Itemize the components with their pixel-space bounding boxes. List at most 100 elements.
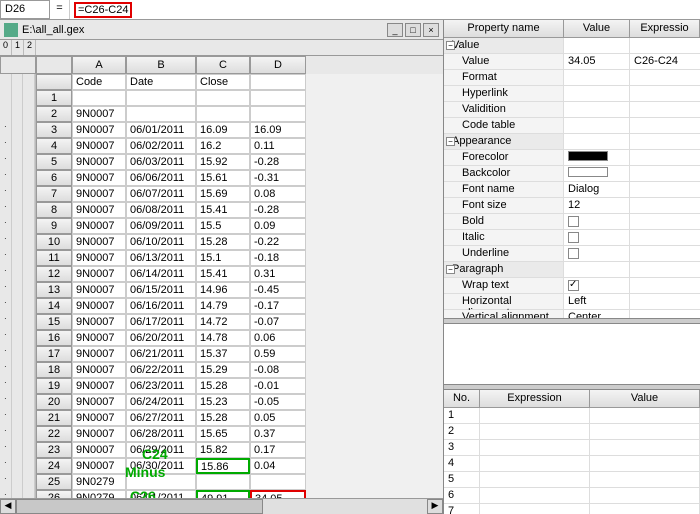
outline-gutter[interactable]: · <box>0 330 36 346</box>
cell[interactable] <box>196 90 250 106</box>
expr-value[interactable] <box>590 424 700 439</box>
row-number[interactable]: 1 <box>36 90 72 106</box>
cell[interactable]: 06/20/2011 <box>126 330 196 346</box>
cell[interactable]: 15.5 <box>196 218 250 234</box>
cell[interactable]: 9N0007 <box>72 314 126 330</box>
row-number[interactable]: 20 <box>36 394 72 410</box>
fx-icon[interactable]: = <box>50 0 70 19</box>
outline-gutter[interactable]: · <box>0 186 36 202</box>
cell[interactable]: -0.45 <box>250 282 306 298</box>
expr-value[interactable] <box>590 408 700 423</box>
cell[interactable]: 06/02/2011 <box>126 138 196 154</box>
header-code[interactable]: Code <box>72 74 126 90</box>
row-number[interactable]: 26 <box>36 490 72 498</box>
cell[interactable]: 9N0007 <box>72 202 126 218</box>
cell-reference-box[interactable]: D26 <box>0 0 50 19</box>
outline-gutter[interactable]: · <box>0 490 36 498</box>
property-value[interactable] <box>564 278 630 293</box>
minimize-icon[interactable]: _ <box>387 23 403 37</box>
expression-row[interactable]: 5 <box>444 472 700 488</box>
cell[interactable]: -0.31 <box>250 170 306 186</box>
row-number[interactable]: 4 <box>36 138 72 154</box>
cell[interactable]: 15.41 <box>196 266 250 282</box>
property-row[interactable]: −Appearance <box>444 134 700 150</box>
row-number[interactable]: 5 <box>36 154 72 170</box>
cell[interactable]: 0.11 <box>250 138 306 154</box>
property-row[interactable]: Italic <box>444 230 700 246</box>
cell[interactable] <box>250 474 306 490</box>
property-value[interactable]: Dialog <box>564 182 630 197</box>
cell[interactable] <box>126 90 196 106</box>
prop-header-value[interactable]: Value <box>564 20 630 37</box>
cell[interactable]: 06/22/2011 <box>126 362 196 378</box>
property-row[interactable]: Wrap text <box>444 278 700 294</box>
cell[interactable]: 06/23/2011 <box>126 378 196 394</box>
horizontal-scrollbar[interactable]: ◀ ▶ <box>0 498 443 514</box>
close-icon[interactable]: × <box>423 23 439 37</box>
cell[interactable]: 9N0007 <box>72 234 126 250</box>
row-number[interactable]: 21 <box>36 410 72 426</box>
outline-level-0[interactable]: 0 <box>0 40 12 55</box>
cell[interactable]: 9N0007 <box>72 106 126 122</box>
outline-gutter[interactable]: · <box>0 202 36 218</box>
scroll-thumb[interactable] <box>16 499 263 514</box>
expr-cell[interactable] <box>480 424 590 439</box>
cell[interactable]: 14.72 <box>196 314 250 330</box>
property-expression[interactable] <box>630 262 700 277</box>
property-expression[interactable] <box>630 70 700 85</box>
outline-gutter[interactable]: · <box>0 250 36 266</box>
cell[interactable] <box>196 106 250 122</box>
expression-row[interactable]: 2 <box>444 424 700 440</box>
row-number[interactable]: 11 <box>36 250 72 266</box>
cell[interactable]: 9N0007 <box>72 426 126 442</box>
outline-gutter[interactable]: · <box>0 314 36 330</box>
cell[interactable]: 15.1 <box>196 250 250 266</box>
expr-cell[interactable] <box>480 440 590 455</box>
property-value[interactable] <box>564 246 630 261</box>
cell[interactable]: 0.06 <box>250 330 306 346</box>
cell[interactable]: 16.2 <box>196 138 250 154</box>
checkbox[interactable] <box>568 248 579 259</box>
cell[interactable]: 16.09 <box>196 122 250 138</box>
property-value[interactable]: 34.05 <box>564 54 630 69</box>
cell[interactable] <box>72 90 126 106</box>
property-expression[interactable] <box>630 166 700 181</box>
outline-gutter[interactable]: · <box>0 362 36 378</box>
cell[interactable] <box>126 474 196 490</box>
cell[interactable]: 9N0007 <box>72 250 126 266</box>
outline-gutter[interactable] <box>0 106 36 122</box>
property-expression[interactable] <box>630 278 700 293</box>
row-number[interactable]: 10 <box>36 234 72 250</box>
cell[interactable]: 14.96 <box>196 282 250 298</box>
cell[interactable]: 0.17 <box>250 442 306 458</box>
prop-header-expr[interactable]: Expressio <box>630 20 700 37</box>
cell[interactable]: 49.91 <box>196 490 250 498</box>
property-expression[interactable] <box>630 38 700 53</box>
cell[interactable] <box>250 90 306 106</box>
expr-value[interactable] <box>590 488 700 503</box>
cell[interactable]: 0.08 <box>250 186 306 202</box>
cell[interactable]: 15.82 <box>196 442 250 458</box>
row-number[interactable]: 2 <box>36 106 72 122</box>
cell[interactable]: 9N0007 <box>72 346 126 362</box>
cell[interactable]: 06/06/2011 <box>126 170 196 186</box>
color-swatch[interactable] <box>568 151 608 161</box>
cell[interactable]: 9N0007 <box>72 394 126 410</box>
expression-row[interactable]: 4 <box>444 456 700 472</box>
cell[interactable]: 9N0279 <box>72 474 126 490</box>
row-number[interactable]: 22 <box>36 426 72 442</box>
scroll-right-icon[interactable]: ▶ <box>427 499 443 514</box>
cell[interactable]: 06/30/2011 <box>126 458 196 474</box>
cell[interactable]: 15.69 <box>196 186 250 202</box>
expression-row[interactable]: 1 <box>444 408 700 424</box>
outline-gutter[interactable]: · <box>0 218 36 234</box>
expression-row[interactable]: 6 <box>444 488 700 504</box>
property-value[interactable]: Center <box>564 310 630 318</box>
property-expression[interactable] <box>630 230 700 245</box>
outline-gutter[interactable]: · <box>0 234 36 250</box>
cell[interactable]: 06/01/2011 <box>126 490 196 498</box>
cell[interactable]: 9N0007 <box>72 218 126 234</box>
property-expression[interactable] <box>630 198 700 213</box>
column-header-a[interactable]: A <box>72 56 126 74</box>
cell[interactable]: 06/01/2011 <box>126 122 196 138</box>
